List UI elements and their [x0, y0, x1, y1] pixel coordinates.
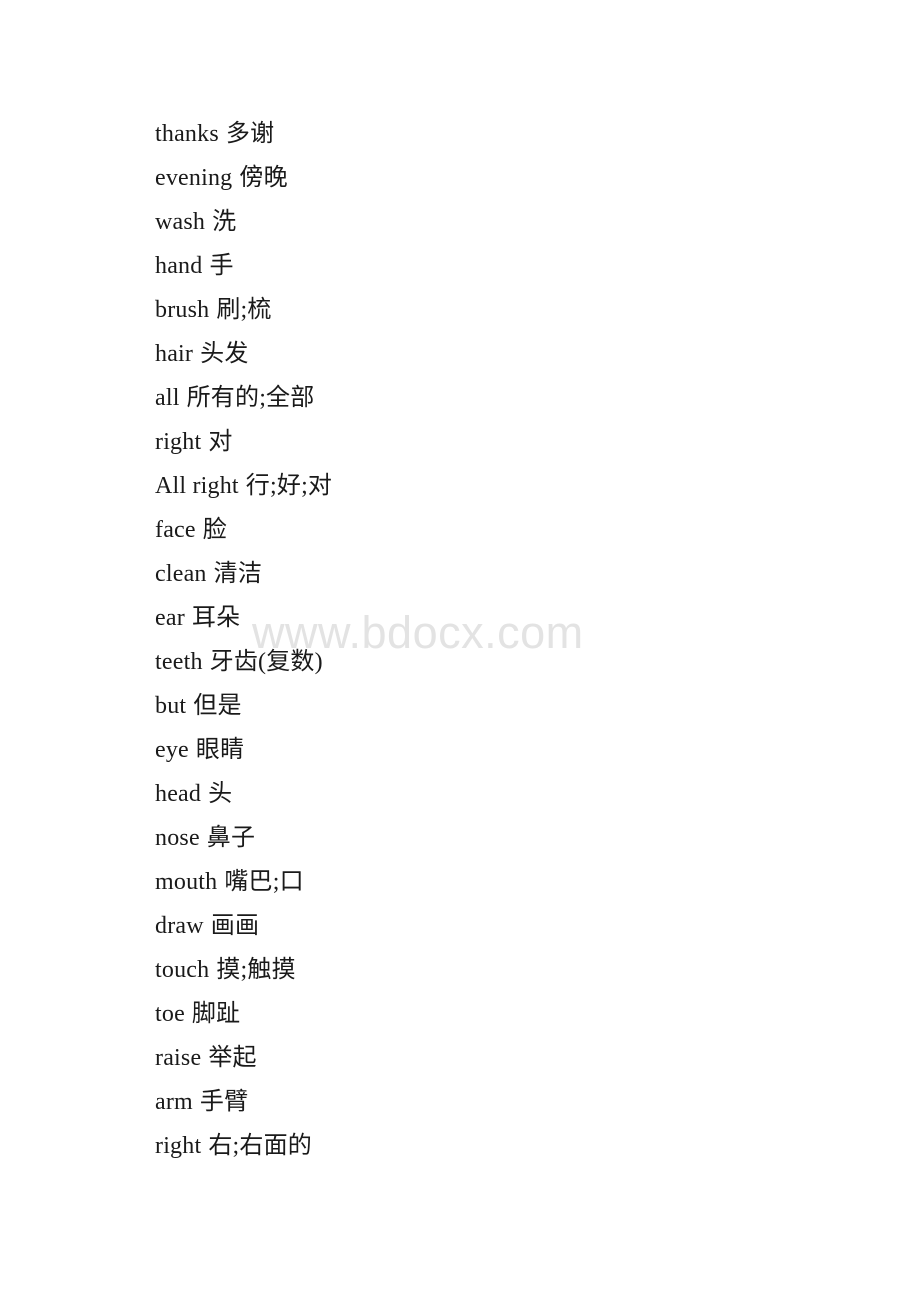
vocabulary-gloss: 但是	[193, 693, 242, 719]
vocabulary-term: head	[155, 781, 202, 807]
vocabulary-term: raise	[155, 1045, 202, 1071]
vocabulary-gloss: 刷;梳	[216, 297, 272, 323]
vocabulary-entry: but 但是	[155, 684, 860, 728]
vocabulary-gloss: 洗	[212, 209, 237, 235]
vocabulary-gloss: 所有的;全部	[186, 385, 315, 411]
vocabulary-gloss: 傍晚	[239, 165, 288, 191]
vocabulary-entry: mouth 嘴巴;口	[155, 860, 860, 904]
vocabulary-term: eye	[155, 737, 189, 763]
vocabulary-entry: touch 摸;触摸	[155, 948, 860, 992]
vocabulary-gloss: 手臂	[199, 1089, 249, 1115]
vocabulary-term: hair	[155, 341, 194, 367]
vocabulary-gloss: 画画	[210, 913, 260, 939]
vocabulary-term: wash	[155, 209, 206, 235]
vocabulary-term: touch	[155, 957, 210, 983]
vocabulary-term: right	[155, 1133, 202, 1159]
vocabulary-term: but	[155, 693, 187, 719]
vocabulary-entry: draw 画画	[155, 904, 860, 948]
vocabulary-term: All right	[155, 473, 239, 499]
vocabulary-entry: right 对	[155, 420, 860, 464]
vocabulary-term: clean	[155, 561, 207, 587]
vocabulary-term: ear	[155, 605, 185, 631]
vocabulary-gloss: 举起	[208, 1045, 257, 1071]
vocabulary-entry: toe 脚趾	[155, 992, 860, 1036]
vocabulary-entry: evening 傍晚	[155, 156, 860, 200]
vocabulary-entry: brush 刷;梳	[155, 288, 860, 332]
vocabulary-entry: wash 洗	[155, 200, 860, 244]
vocabulary-entry: arm 手臂	[155, 1080, 860, 1124]
vocabulary-gloss: 右;右面的	[208, 1133, 312, 1159]
vocabulary-entry: nose 鼻子	[155, 816, 860, 860]
vocabulary-entry: face 脸	[155, 508, 860, 552]
vocabulary-entry: all 所有的;全部	[155, 376, 860, 420]
vocabulary-gloss: 眼睛	[195, 737, 245, 763]
vocabulary-gloss: 牙齿(复数)	[209, 649, 323, 675]
document-page: www.bdocx.com thanks 多谢 evening 傍晚 wash 洗 hand…	[0, 0, 920, 1302]
vocabulary-entry: teeth 牙齿(复数)	[155, 640, 860, 684]
vocabulary-entry: clean 清洁	[155, 552, 860, 596]
vocabulary-list: thanks 多谢 evening 傍晚 wash 洗 hand 手 brush 刷;梳 hair 头…	[0, 0, 920, 1168]
vocabulary-entry: raise 举起	[155, 1036, 860, 1080]
vocabulary-gloss: 手	[209, 253, 234, 279]
vocabulary-term: hand	[155, 253, 203, 279]
vocabulary-gloss: 耳朵	[191, 605, 241, 631]
vocabulary-entry: All right 行;好;对	[155, 464, 860, 508]
vocabulary-term: all	[155, 385, 180, 411]
vocabulary-gloss: 摸;触摸	[216, 957, 296, 983]
vocabulary-entry: thanks 多谢	[155, 112, 860, 156]
vocabulary-entry: eye 眼睛	[155, 728, 860, 772]
vocabulary-term: right	[155, 429, 202, 455]
vocabulary-gloss: 鼻子	[206, 825, 256, 851]
vocabulary-term: arm	[155, 1089, 193, 1115]
vocabulary-term: thanks	[155, 121, 219, 147]
vocabulary-gloss: 对	[208, 429, 233, 455]
vocabulary-gloss: 行;好;对	[245, 473, 333, 499]
vocabulary-gloss: 多谢	[225, 121, 275, 147]
vocabulary-entry: hand 手	[155, 244, 860, 288]
vocabulary-gloss: 脚趾	[191, 1001, 241, 1027]
vocabulary-gloss: 头发	[200, 341, 249, 367]
vocabulary-term: draw	[155, 913, 204, 939]
vocabulary-gloss: 头	[208, 781, 233, 807]
vocabulary-gloss: 嘴巴;口	[224, 869, 304, 895]
vocabulary-term: teeth	[155, 649, 203, 675]
vocabulary-term: face	[155, 517, 196, 543]
vocabulary-entry: hair 头发	[155, 332, 860, 376]
vocabulary-entry: right 右;右面的	[155, 1124, 860, 1168]
vocabulary-term: toe	[155, 1001, 185, 1027]
vocabulary-gloss: 清洁	[213, 561, 263, 587]
vocabulary-term: brush	[155, 297, 210, 323]
vocabulary-entry: head 头	[155, 772, 860, 816]
vocabulary-gloss: 脸	[202, 517, 227, 543]
vocabulary-entry: ear 耳朵	[155, 596, 860, 640]
vocabulary-term: nose	[155, 825, 200, 851]
vocabulary-term: mouth	[155, 869, 218, 895]
vocabulary-term: evening	[155, 165, 233, 191]
